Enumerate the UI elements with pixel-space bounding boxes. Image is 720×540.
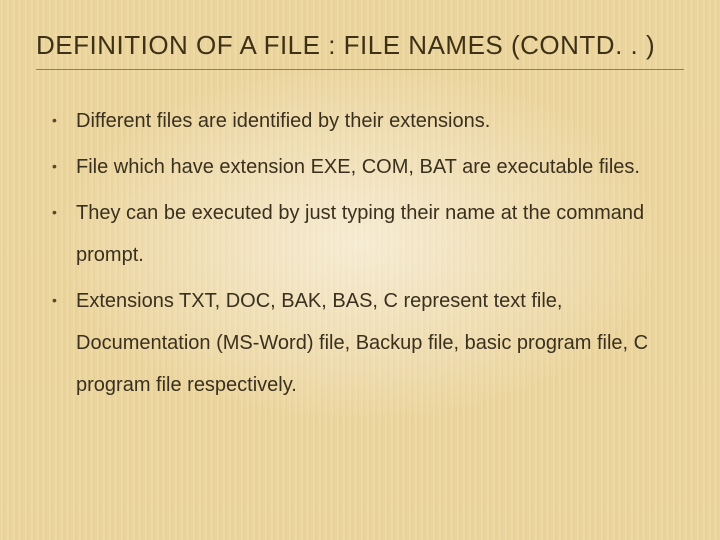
slide: DEFINITION OF A FILE : FILE NAMES (CONTD… (0, 0, 720, 540)
list-item: Extensions TXT, DOC, BAK, BAS, C represe… (48, 280, 680, 406)
bullet-list: Different files are identified by their … (36, 100, 684, 406)
list-item: Different files are identified by their … (48, 100, 680, 142)
list-item: They can be executed by just typing thei… (48, 192, 680, 276)
title-divider (36, 69, 684, 70)
list-item: File which have extension EXE, COM, BAT … (48, 146, 680, 188)
slide-title: DEFINITION OF A FILE : FILE NAMES (CONTD… (36, 30, 684, 61)
